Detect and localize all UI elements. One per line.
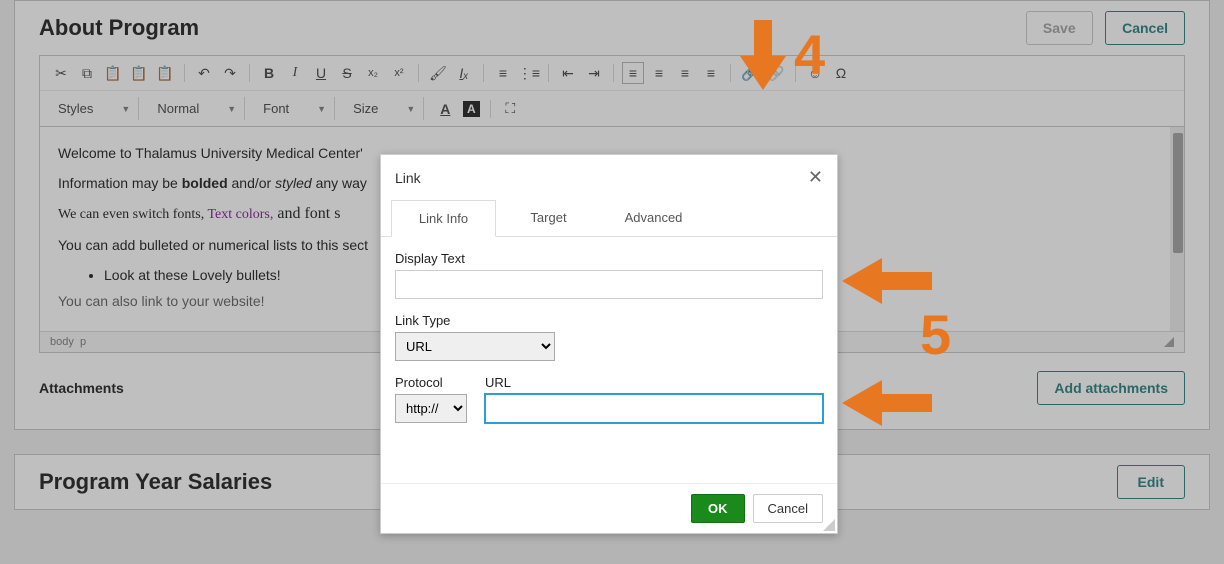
tab-advanced[interactable]: Advanced — [601, 200, 706, 236]
close-icon[interactable]: ✕ — [808, 167, 823, 188]
dialog-title: Link — [395, 170, 421, 186]
link-dialog: Link ✕ Link Info Target Advanced Display… — [380, 154, 838, 534]
annotation-number-5: 5 — [920, 302, 951, 367]
display-text-input[interactable] — [395, 270, 823, 299]
annotation-arrow-left-icon — [842, 380, 932, 426]
url-label: URL — [485, 375, 823, 390]
tab-link-info[interactable]: Link Info — [391, 200, 496, 237]
ok-button[interactable]: OK — [691, 494, 745, 523]
protocol-select[interactable]: http:// — [395, 394, 467, 423]
link-type-select[interactable]: URL — [395, 332, 555, 361]
url-input[interactable] — [485, 394, 823, 423]
link-type-label: Link Type — [395, 313, 823, 328]
annotation-arrow-left-icon — [842, 258, 932, 304]
display-text-label: Display Text — [395, 251, 823, 266]
tab-target[interactable]: Target — [496, 200, 601, 236]
annotation-arrow-down-icon — [740, 20, 786, 90]
dialog-cancel-button[interactable]: Cancel — [753, 494, 823, 523]
protocol-label: Protocol — [395, 375, 467, 390]
dialog-resize-icon[interactable] — [823, 519, 835, 531]
annotation-number-4: 4 — [794, 22, 825, 87]
